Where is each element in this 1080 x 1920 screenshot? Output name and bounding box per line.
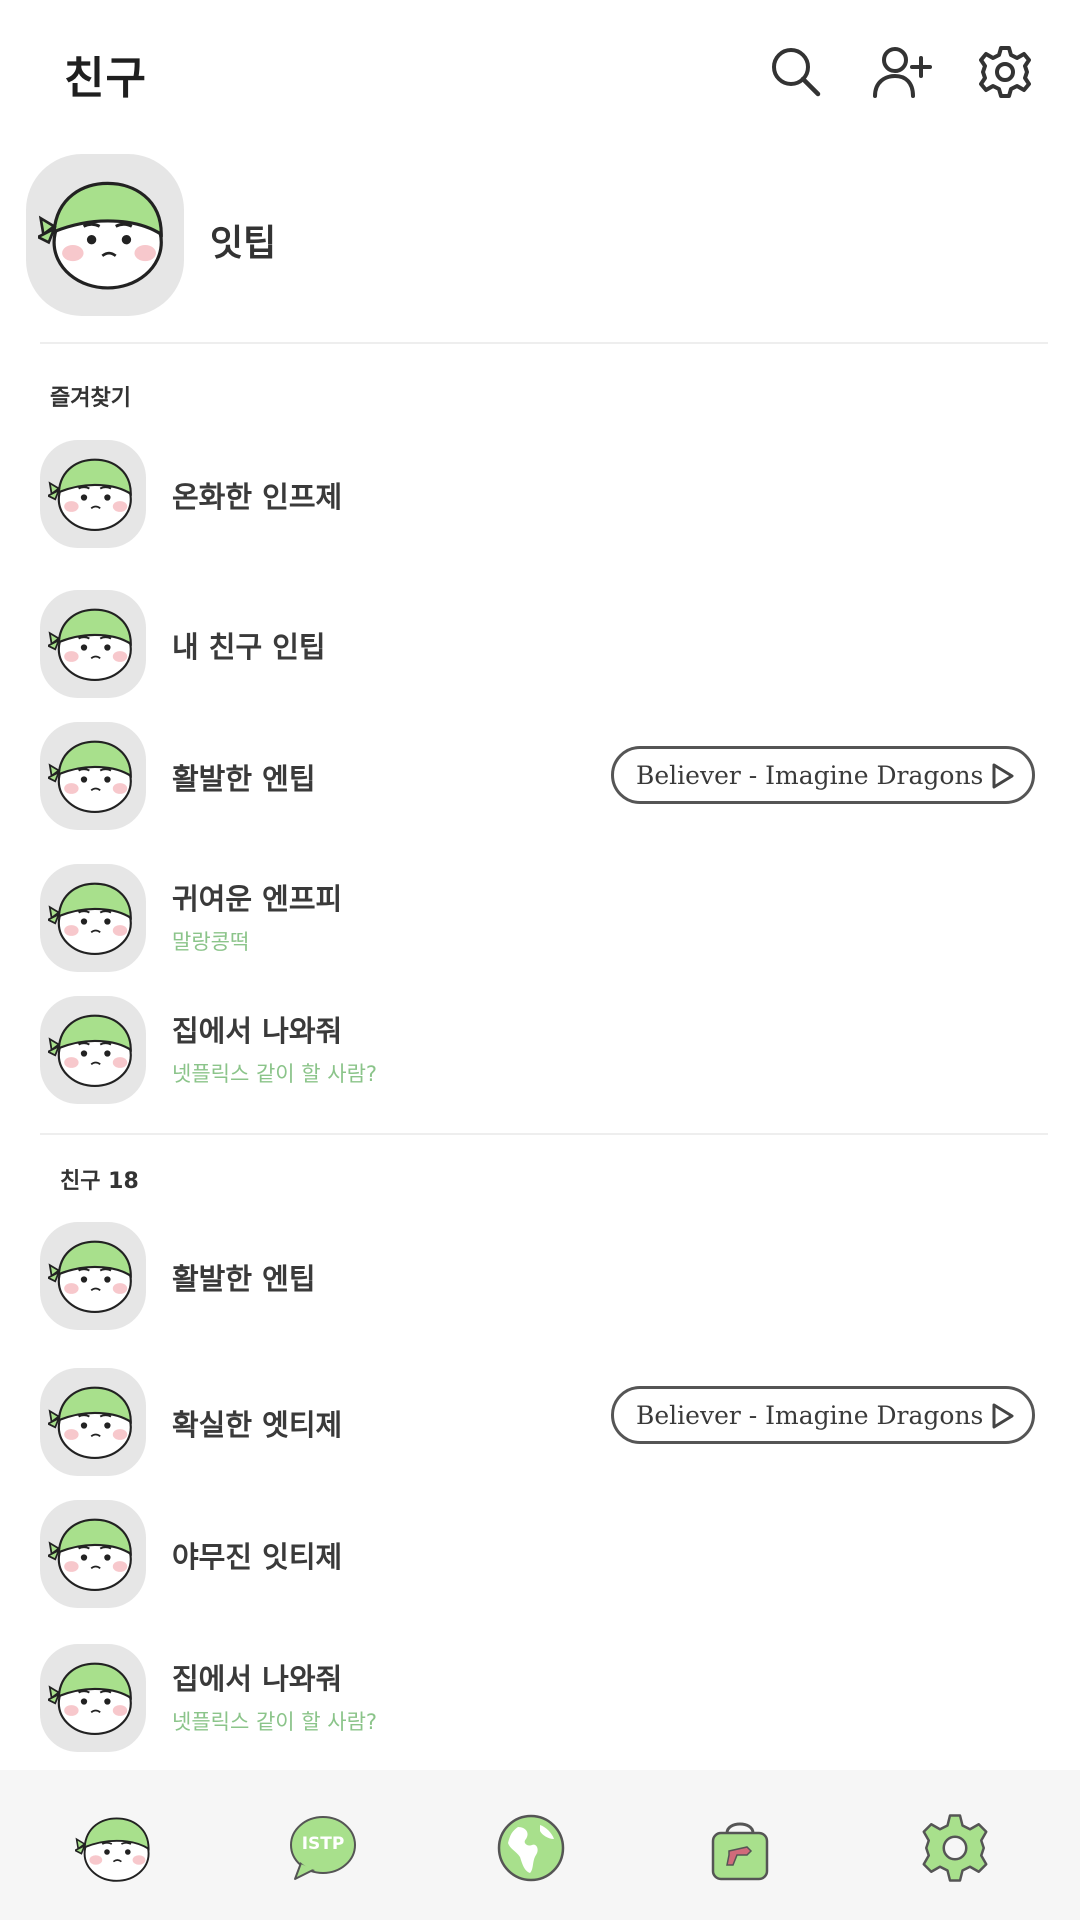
friend-name: 귀여운 엔프피 xyxy=(172,882,343,916)
settings-icon xyxy=(979,46,1031,98)
avatar[interactable] xyxy=(40,590,146,698)
favorite-item[interactable]: 활발한 엔팁 Believer - Imagine Dragons xyxy=(0,722,1080,832)
favorite-item[interactable]: 온화한 인프제 xyxy=(0,440,1080,550)
nav-shop[interactable] xyxy=(700,1808,780,1888)
play-icon xyxy=(992,763,1014,789)
music-button[interactable]: Believer - Imagine Dragons xyxy=(611,1386,1035,1444)
avatar[interactable] xyxy=(40,440,146,548)
avatar[interactable] xyxy=(40,1500,146,1608)
friend-item[interactable]: 집에서 나와줘 넷플릭스 같이 할 사람? xyxy=(0,1644,1080,1754)
add-friend-icon xyxy=(873,47,932,98)
music-title: Believer - Imagine Dragons xyxy=(636,760,984,790)
avatar-face-icon xyxy=(48,1380,138,1462)
friend-name: 내 친구 인팁 xyxy=(172,630,326,664)
search-icon xyxy=(772,48,821,97)
add-friend-button[interactable] xyxy=(870,40,934,104)
friend-name: 야무진 잇티제 xyxy=(172,1540,343,1574)
friend-name: 집에서 나와줘 xyxy=(172,1662,343,1696)
nav-globe[interactable] xyxy=(491,1808,571,1888)
favorite-item[interactable]: 내 친구 인팁 xyxy=(0,590,1080,700)
avatar-face-icon xyxy=(48,452,138,534)
music-button[interactable]: Believer - Imagine Dragons xyxy=(611,746,1035,804)
favorite-item[interactable]: 귀여운 엔프피 말랑콩떡 xyxy=(0,864,1080,974)
friend-status: 넷플릭스 같이 할 사람? xyxy=(172,1710,378,1734)
chat-tab-label: ISTP xyxy=(301,1834,345,1854)
divider xyxy=(40,1133,1048,1135)
bottom-nav: ISTP xyxy=(0,1770,1080,1920)
nav-friends[interactable] xyxy=(75,1808,155,1888)
play-icon xyxy=(992,1403,1014,1429)
avatar-face-icon xyxy=(48,1512,138,1594)
favorite-item[interactable]: 집에서 나와줘 넷플릭스 같이 할 사람? xyxy=(0,996,1080,1106)
avatar-face-icon xyxy=(48,1234,138,1316)
divider xyxy=(40,342,1048,344)
friend-item[interactable]: 야무진 잇티제 xyxy=(0,1500,1080,1610)
avatar[interactable] xyxy=(40,864,146,972)
avatar[interactable] xyxy=(40,722,146,830)
avatar[interactable] xyxy=(40,996,146,1104)
friend-name: 온화한 인프제 xyxy=(172,480,343,514)
search-button[interactable] xyxy=(764,40,828,104)
page-title: 친구 xyxy=(64,53,147,104)
settings-button[interactable] xyxy=(973,40,1037,104)
my-profile[interactable]: 잇팁 xyxy=(0,150,1080,330)
top-bar: 친구 xyxy=(0,0,1080,145)
friend-name: 활발한 엔팁 xyxy=(172,1262,316,1296)
nav-settings[interactable] xyxy=(915,1808,995,1888)
music-title: Believer - Imagine Dragons xyxy=(636,1400,984,1430)
avatar[interactable] xyxy=(40,1644,146,1752)
friend-item[interactable]: 확실한 엣티제 Believer - Imagine Dragons xyxy=(0,1368,1080,1478)
friend-item[interactable]: 활발한 엔팁 xyxy=(0,1222,1080,1332)
avatar[interactable] xyxy=(40,1368,146,1476)
avatar-face-icon xyxy=(38,170,172,296)
avatar-face-icon xyxy=(48,1656,138,1738)
my-profile-name: 잇팁 xyxy=(210,223,277,264)
friend-status: 말랑콩떡 xyxy=(172,930,250,954)
friend-name: 집에서 나와줘 xyxy=(172,1014,343,1048)
friends-tab-icon xyxy=(75,1812,155,1884)
avatar-face-icon xyxy=(48,734,138,816)
settings-tab-icon xyxy=(922,1814,988,1882)
avatar-face-icon xyxy=(48,602,138,684)
my-avatar[interactable] xyxy=(26,154,184,316)
friend-name: 확실한 엣티제 xyxy=(172,1408,343,1442)
friends-section-label: 친구 18 xyxy=(60,1169,139,1194)
nav-chat[interactable]: ISTP xyxy=(283,1808,363,1888)
globe-tab-icon xyxy=(497,1814,565,1882)
favorites-section-label: 즐겨찾기 xyxy=(50,386,131,411)
shop-tab-icon xyxy=(711,1822,769,1881)
avatar-face-icon xyxy=(48,1008,138,1090)
avatar-face-icon xyxy=(48,876,138,958)
avatar[interactable] xyxy=(40,1222,146,1330)
friend-name: 활발한 엔팁 xyxy=(172,762,316,796)
friend-status: 넷플릭스 같이 할 사람? xyxy=(172,1062,378,1086)
